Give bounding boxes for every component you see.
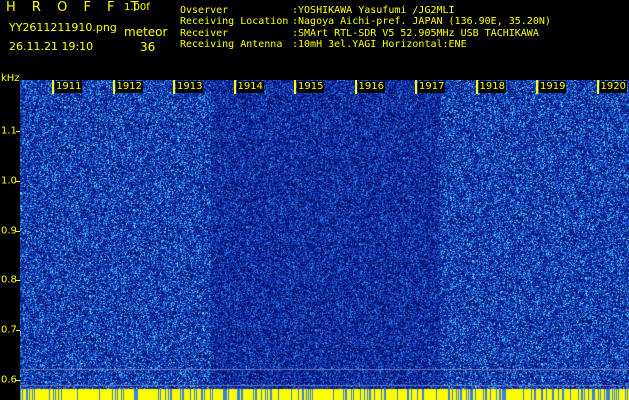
- y-tick-label: 0.8: [1, 274, 17, 286]
- station-info: Ovserver :YOSHIKAWA Yasufumi /JG2MLI Rec…: [180, 5, 551, 50]
- y-tick-mark: [16, 380, 20, 381]
- x-tick-label: 1912: [115, 81, 143, 93]
- meteor-count: 36: [140, 40, 156, 54]
- x-tick-label: 1919: [539, 81, 567, 93]
- x-tick-label: 1916: [357, 81, 385, 93]
- y-tick-label: 1.1: [1, 125, 17, 137]
- x-tick-label: 1914: [236, 81, 264, 93]
- y-tick-label: 0.7: [1, 324, 17, 336]
- station-value: :Nagoya Aichi-pref. JAPAN (136.90E, 35.2…: [292, 16, 551, 28]
- spectrogram: [20, 80, 629, 400]
- y-axis-title: kHz: [1, 73, 20, 84]
- hroft-screen: H R O F F T 1.00f YY2611211910.png meteo…: [0, 0, 629, 400]
- station-value: :10mH 3el.YAGI Horizontal:ENE: [292, 38, 467, 50]
- station-row-receiver: Receiver :SMArt RTL-SDR V5 52.905MHz USB…: [180, 28, 551, 39]
- x-tick-mark: [112, 80, 115, 94]
- y-tick-mark: [16, 181, 20, 182]
- station-row-antenna: Receiving Antenna :10mH 3el.YAGI Horizon…: [180, 39, 551, 50]
- station-value: :YOSHIKAWA Yasufumi /JG2MLI: [292, 5, 455, 16]
- x-tick-label: 1918: [478, 81, 506, 93]
- y-tick-mark: [16, 330, 20, 331]
- x-tick-label: 1920: [599, 81, 627, 93]
- station-key: Receiving Location: [180, 16, 289, 28]
- y-tick-label: 1.0: [1, 175, 17, 187]
- x-tick-mark: [475, 80, 478, 94]
- station-row-observer: Ovserver :YOSHIKAWA Yasufumi /JG2MLI: [180, 5, 551, 16]
- y-tick-mark: [16, 280, 20, 281]
- app-version: 1.00f: [124, 2, 150, 13]
- x-tick-label: 1917: [418, 81, 446, 93]
- x-tick-label: 1915: [297, 81, 325, 93]
- x-tick-mark: [233, 80, 236, 94]
- y-tick-label: 0.9: [1, 225, 17, 237]
- station-value: :SMArt RTL-SDR V5 52.905MHz USB TACHIKAW…: [292, 27, 539, 39]
- station-row-location: Receiving Location :Nagoya Aichi-pref. J…: [180, 16, 551, 27]
- x-tick-mark: [415, 80, 417, 94]
- x-tick-label: 1913: [176, 81, 204, 93]
- y-tick-label: 0.6: [1, 374, 17, 386]
- y-tick-mark: [16, 131, 20, 132]
- x-tick-mark: [294, 80, 296, 94]
- x-tick-mark: [596, 80, 599, 94]
- x-tick-mark: [173, 80, 175, 94]
- x-tick-label: 1911: [55, 81, 83, 93]
- x-tick-mark: [536, 80, 538, 94]
- file-name: YY2611211910.png: [9, 21, 117, 34]
- x-tick-mark: [52, 80, 54, 94]
- x-tick-mark: [354, 80, 357, 94]
- date-time: 26.11.21 19:10: [9, 40, 94, 53]
- mode-label: meteor: [124, 25, 168, 39]
- station-key: Receiving Antenna: [180, 38, 283, 50]
- station-key: Ovserver: [180, 5, 229, 16]
- y-tick-mark: [16, 231, 20, 232]
- station-key: Receiver: [180, 27, 229, 39]
